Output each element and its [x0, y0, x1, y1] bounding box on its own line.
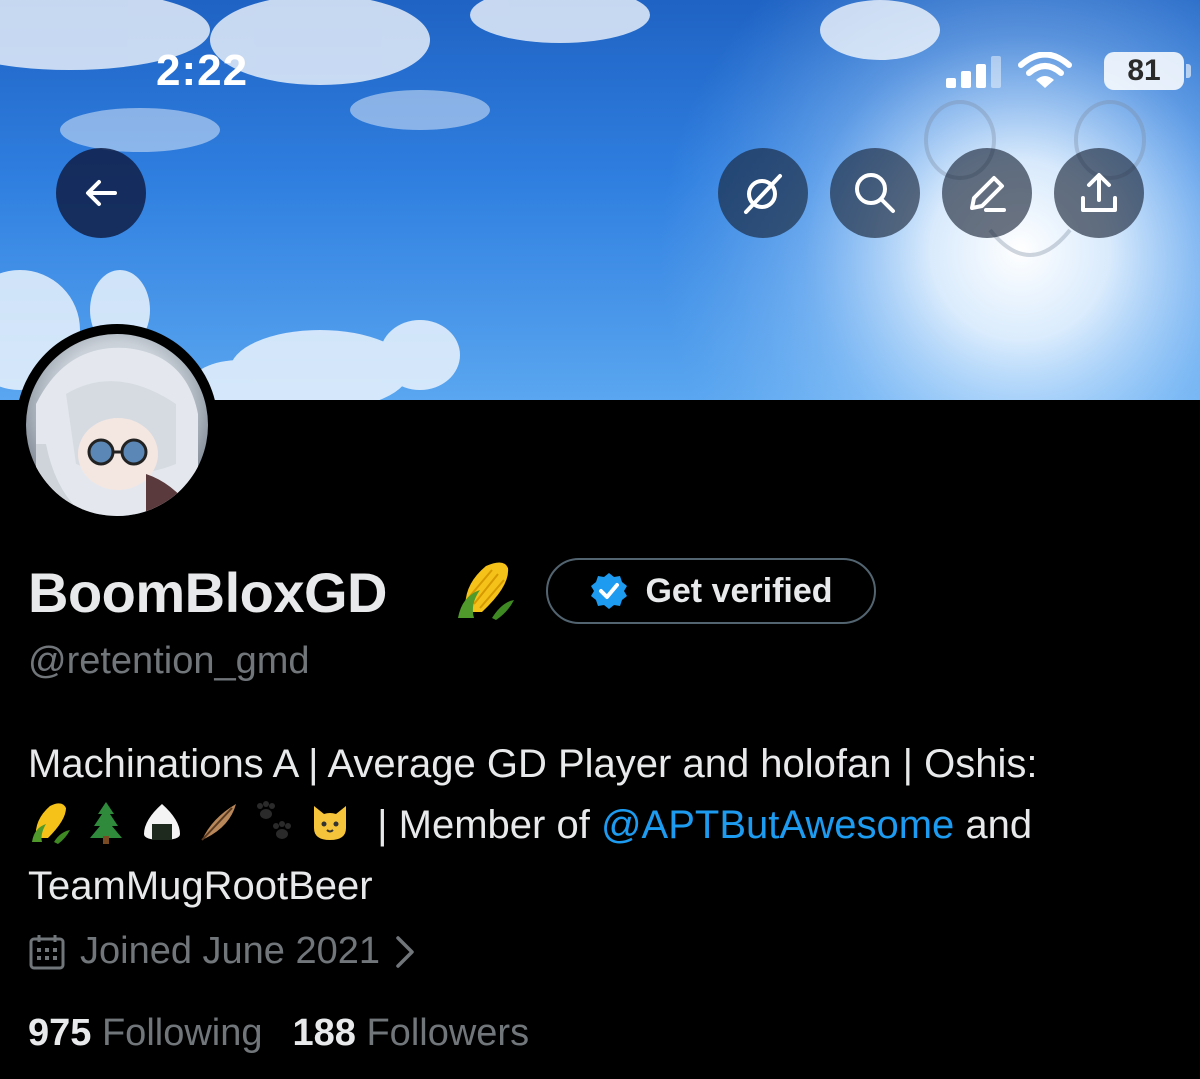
corn-emoji-icon — [458, 562, 514, 620]
evergreen-tree-emoji-icon — [90, 802, 122, 844]
display-name: BoomBloxGD — [28, 561, 388, 624]
following-count: 975 — [28, 1012, 92, 1054]
corn-emoji-icon — [32, 803, 70, 844]
get-verified-label: Get verified — [645, 571, 833, 610]
status-time: 2:22 — [156, 46, 249, 95]
bio-line-1: Machinations A | Average GD Player and h… — [28, 742, 1038, 786]
calendar-icon — [29, 934, 65, 969]
battery-nub — [1186, 64, 1191, 78]
search-icon — [855, 173, 895, 213]
followers-label: Followers — [366, 1012, 530, 1054]
grok-icon — [744, 174, 782, 214]
followers-count: 188 — [292, 1012, 356, 1054]
bio-line-2: | Member of @APTButAwesome and — [28, 795, 1178, 856]
bio-line-3: TeamMugRootBeer — [28, 864, 373, 908]
rice-ball-emoji-icon — [144, 804, 180, 840]
share-button[interactable] — [1054, 148, 1144, 238]
paw-prints-emoji-icon — [257, 801, 291, 839]
search-button[interactable] — [830, 148, 920, 238]
avatar-illustration — [36, 347, 198, 516]
handle: @retention_gmd — [28, 640, 310, 682]
back-button[interactable] — [56, 148, 146, 238]
bio-member-text: | Member of — [377, 803, 590, 847]
following-label: Following — [101, 1012, 263, 1054]
battery-indicator: 81 — [1104, 52, 1184, 90]
verified-badge-icon — [591, 573, 628, 609]
get-verified-button[interactable]: Get verified — [546, 558, 876, 624]
avatar-image — [26, 334, 208, 516]
share-icon — [1081, 173, 1117, 212]
cellular-signal-icon — [946, 56, 1001, 88]
feather-emoji-icon — [201, 804, 236, 841]
avatar[interactable] — [16, 324, 218, 526]
profile-banner[interactable]: 2:22 81 — [0, 0, 1200, 400]
joined-date-row[interactable]: Joined June 2021 — [28, 930, 416, 973]
followers-stat[interactable]: 188 Followers — [293, 1012, 530, 1055]
arrow-left-icon — [86, 180, 117, 206]
battery-level: 81 — [1127, 54, 1161, 87]
grok-button[interactable] — [718, 148, 808, 238]
follow-stats: 975 Following 188 Followers — [28, 1012, 529, 1055]
pencil-icon — [970, 176, 1006, 212]
bio-emoji-row — [28, 800, 352, 844]
chevron-right-icon — [396, 935, 414, 968]
joined-date: Joined June 2021 — [80, 930, 381, 972]
wifi-icon — [1018, 52, 1072, 88]
bio: Machinations A | Average GD Player and h… — [28, 734, 1178, 917]
bio-and-text: and — [965, 803, 1033, 847]
cat-face-emoji-icon — [314, 806, 346, 840]
following-stat[interactable]: 975 Following — [28, 1012, 263, 1055]
bio-mention-link[interactable]: @APTButAwesome — [601, 803, 954, 847]
edit-button[interactable] — [942, 148, 1032, 238]
